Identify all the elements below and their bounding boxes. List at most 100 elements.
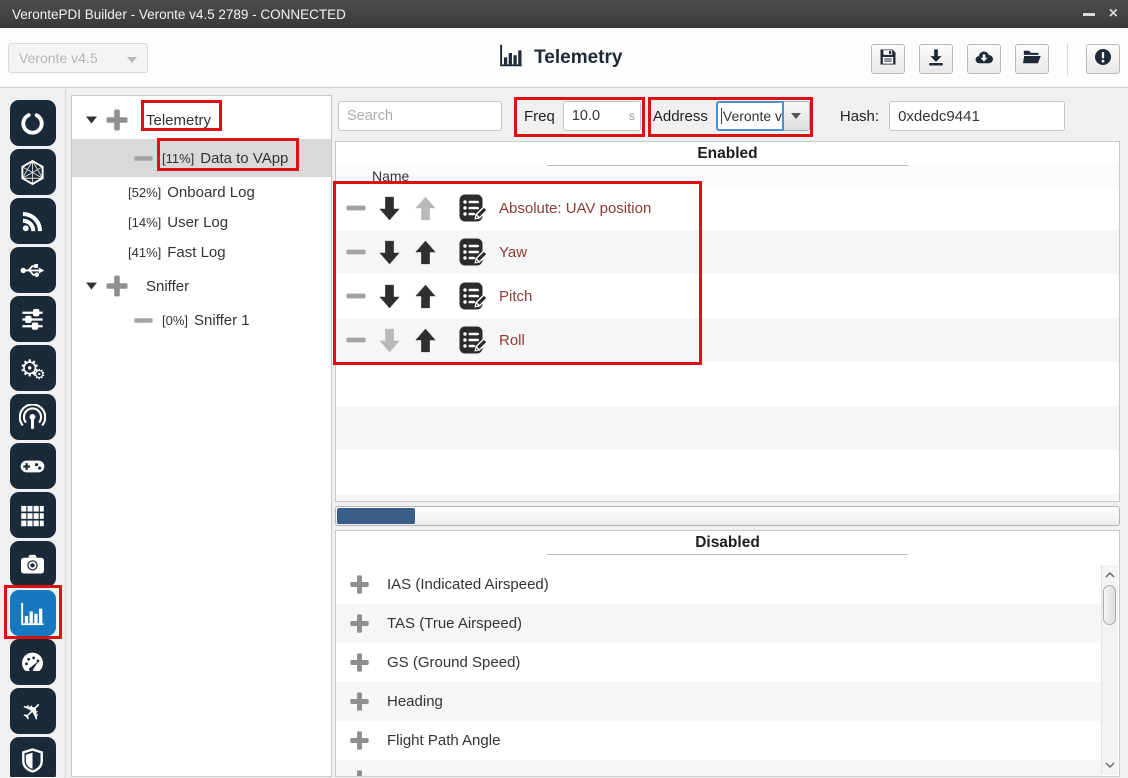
move-up-icon[interactable] — [412, 283, 439, 310]
move-up-icon[interactable] — [412, 239, 439, 266]
sidebar-item-grid[interactable] — [10, 492, 56, 538]
add-field-icon[interactable] — [349, 652, 370, 673]
open-folder-icon — [1022, 47, 1042, 72]
disabled-field-row-ias-indicated-airspeed[interactable]: IAS (Indicated Airspeed) — [336, 565, 1101, 604]
field-name: Roll — [499, 332, 525, 349]
remove-field-icon[interactable] — [345, 197, 367, 219]
move-down-icon[interactable] — [376, 239, 403, 266]
cloud-download-icon — [974, 47, 994, 72]
hash-input[interactable] — [889, 101, 1065, 131]
sliders-icon — [19, 306, 46, 333]
add-item-icon[interactable] — [105, 108, 129, 132]
tree-item-sniffer[interactable]: Sniffer — [72, 267, 331, 305]
edit-field-icon[interactable] — [457, 237, 487, 267]
power-icon — [19, 110, 46, 137]
tree-item-label: Fast Log — [167, 244, 225, 261]
sidebar-item-power[interactable] — [10, 100, 56, 146]
enabled-panel: Enabled Name Absolute: UAV position Yaw … — [335, 141, 1120, 502]
empty-row — [336, 362, 1119, 406]
field-name: Heading — [387, 693, 443, 710]
scrollbar[interactable] — [1101, 565, 1118, 775]
tree-item-data-to-vapp[interactable]: [11%]Data to VApp — [72, 139, 331, 177]
disabled-field-row-tas-true-airspeed[interactable]: TAS (True Airspeed) — [336, 604, 1101, 643]
tree-expander-icon[interactable] — [86, 282, 97, 290]
add-item-icon[interactable] — [105, 274, 129, 298]
address-combo[interactable]: Veronte v4. — [716, 101, 810, 131]
edit-field-icon[interactable] — [457, 193, 487, 223]
sidebar-item-gamepad[interactable] — [10, 443, 56, 489]
scroll-down-icon[interactable] — [1102, 757, 1118, 773]
enabled-field-row-yaw[interactable]: Yaw — [336, 230, 1119, 274]
sidebar-item-shield[interactable] — [10, 737, 56, 777]
move-up-icon[interactable] — [412, 195, 439, 222]
enabled-field-row-absolute-uav-position[interactable]: Absolute: UAV position — [336, 186, 1119, 230]
add-field-icon[interactable] — [349, 691, 370, 712]
tree-item-label: Onboard Log — [167, 184, 255, 201]
remove-field-icon[interactable] — [345, 241, 367, 263]
download-button[interactable] — [919, 44, 953, 74]
add-field-icon[interactable] — [349, 769, 370, 776]
field-name: TAS (True Airspeed) — [387, 615, 522, 632]
sidebar-item-sliders[interactable] — [10, 296, 56, 342]
tree-item-percent: [41%] — [128, 245, 161, 260]
remove-field-icon[interactable] — [345, 285, 367, 307]
add-field-icon[interactable] — [349, 613, 370, 634]
tree-item-telemetry[interactable]: Telemetry — [72, 101, 331, 139]
sidebar-item-gears[interactable]: ⚙︎⚙︎ — [10, 345, 56, 391]
name-column-header: Name — [336, 166, 1119, 186]
title-bar: VerontePDI Builder - Veronte v4.5 2789 -… — [0, 0, 1128, 28]
sidebar-item-plane[interactable]: ✈ — [10, 688, 56, 734]
address-group: Address Veronte v4. — [653, 101, 810, 131]
tree-item-percent: [11%] — [162, 151, 194, 166]
enabled-field-row-roll[interactable]: Roll — [336, 318, 1119, 362]
main-panel: Freq s Address Veronte v4. — [335, 95, 1120, 777]
disabled-field-row-heading[interactable]: Heading — [336, 682, 1101, 721]
tree-expander-icon[interactable] — [86, 116, 97, 124]
remove-item-icon[interactable] — [133, 148, 154, 169]
enabled-field-row-pitch[interactable]: Pitch — [336, 274, 1119, 318]
remove-item-icon[interactable] — [133, 310, 154, 331]
edit-field-icon[interactable] — [457, 281, 487, 311]
cloud-download-button[interactable] — [967, 44, 1001, 74]
disabled-field-row-gs-ground-speed[interactable]: GS (Ground Speed) — [336, 643, 1101, 682]
tree-item-onboard-log[interactable]: [52%] Onboard Log — [72, 177, 331, 207]
enabled-title: Enabled — [336, 142, 1119, 163]
scrollbar-thumb[interactable] — [1103, 585, 1116, 625]
tree-item-label: User Log — [167, 214, 228, 231]
save-button[interactable] — [871, 44, 905, 74]
sidebar-item-telemetry-chart[interactable] — [10, 590, 56, 636]
minimize-icon[interactable] — [1083, 13, 1095, 16]
info-button[interactable] — [1086, 44, 1120, 74]
move-down-icon[interactable] — [376, 195, 403, 222]
move-up-icon[interactable] — [412, 327, 439, 354]
page-title: Telemetry — [534, 47, 622, 69]
add-field-icon[interactable] — [349, 730, 370, 751]
remove-field-icon[interactable] — [345, 329, 367, 351]
device-selector[interactable]: Veronte v4.5 — [8, 43, 148, 73]
add-field-icon[interactable] — [349, 574, 370, 595]
tree-item-user-log[interactable]: [14%]User Log — [72, 207, 331, 237]
close-icon[interactable]: × — [1109, 6, 1118, 22]
sidebar-item-hex-module[interactable] — [10, 149, 56, 195]
move-down-icon[interactable] — [376, 283, 403, 310]
tree-item-sniffer-1[interactable]: [0%]Sniffer 1 — [72, 305, 331, 335]
freq-unit: s — [629, 109, 635, 123]
field-name: IAS (Indicated Airspeed) — [387, 576, 549, 593]
sidebar-item-camera[interactable] — [10, 541, 56, 587]
sidebar-item-gauge[interactable] — [10, 639, 56, 685]
scroll-up-icon[interactable] — [1102, 567, 1118, 583]
sidebar-item-usb[interactable] — [10, 247, 56, 293]
sidebar-item-podcast[interactable] — [10, 394, 56, 440]
disabled-field-row-flight-path-angle[interactable]: Flight Path Angle — [336, 721, 1101, 760]
disabled-panel: Disabled IAS (Indicated Airspeed) TAS (T… — [335, 530, 1120, 777]
tree-item-fast-log[interactable]: [41%] Fast Log — [72, 237, 331, 267]
move-down-icon[interactable] — [376, 327, 403, 354]
edit-field-icon[interactable] — [457, 325, 487, 355]
address-dropdown-button[interactable] — [784, 101, 810, 131]
open-folder-button[interactable] — [1015, 44, 1049, 74]
search-input[interactable] — [338, 101, 502, 131]
disabled-field-row-partial[interactable] — [336, 760, 1101, 776]
tree-item-percent: [52%] — [128, 185, 161, 200]
sidebar-item-rss[interactable] — [10, 198, 56, 244]
disabled-title-underline — [547, 554, 907, 555]
